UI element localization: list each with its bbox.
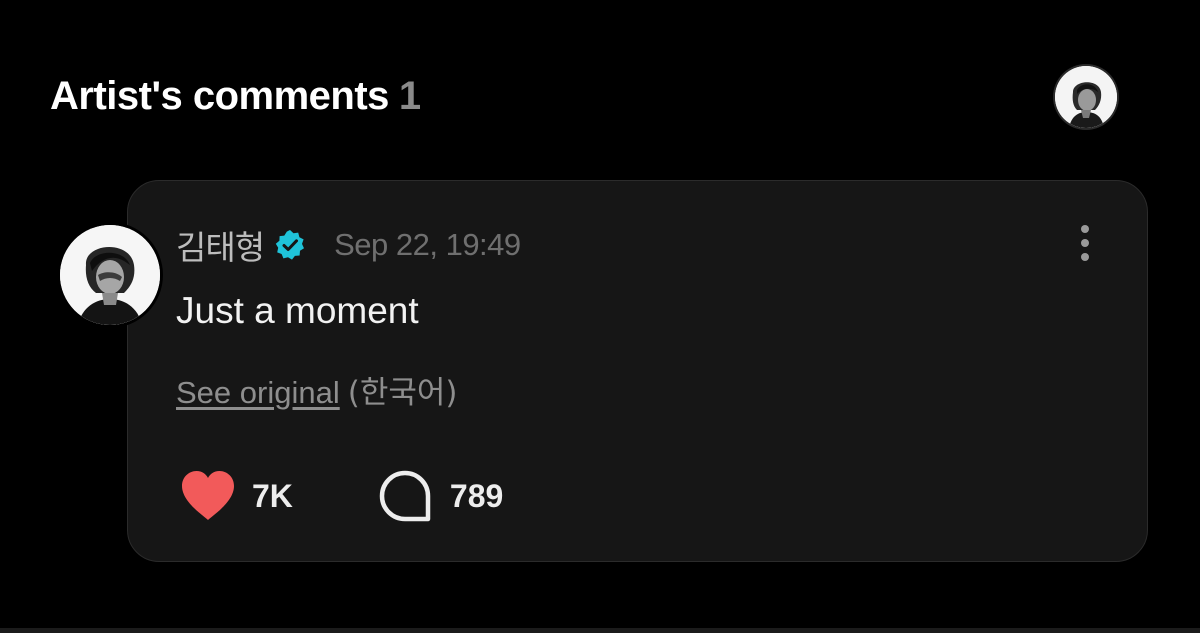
bottom-divider <box>0 628 1200 633</box>
verified-badge-icon <box>274 229 306 261</box>
original-language-label: (한국어) <box>347 375 458 411</box>
section-title-text: Artist's comments <box>50 74 389 118</box>
see-original-link[interactable]: See original <box>176 375 340 410</box>
reply-button[interactable]: 789 <box>378 469 503 523</box>
section-title: Artist's comments 1 <box>50 74 421 119</box>
author-name[interactable]: 김태형 <box>176 221 265 269</box>
like-count: 7K <box>252 477 293 514</box>
reply-count: 789 <box>449 477 504 514</box>
like-button[interactable]: 7K <box>180 470 293 522</box>
artist-avatar-image <box>1055 66 1117 128</box>
comment-actions: 7K 789 <box>180 468 503 524</box>
comment-text: Just a moment <box>176 290 419 331</box>
more-options-button[interactable] <box>1070 222 1100 266</box>
comment-meta: 김태형 Sep 22, 19:49 <box>176 222 521 268</box>
translation-row: See original (한국어) <box>176 367 457 412</box>
more-vertical-icon <box>1081 225 1089 261</box>
comment-bubble-icon <box>379 470 431 522</box>
author-avatar[interactable] <box>60 225 160 325</box>
comment-timestamp: Sep 22, 19:49 <box>334 227 521 262</box>
author-avatar-image <box>60 225 160 325</box>
artist-avatar[interactable] <box>1055 66 1117 128</box>
heart-icon <box>182 471 234 520</box>
section-header: Artist's comments 1 <box>50 66 1150 132</box>
section-count: 1 <box>398 74 421 118</box>
